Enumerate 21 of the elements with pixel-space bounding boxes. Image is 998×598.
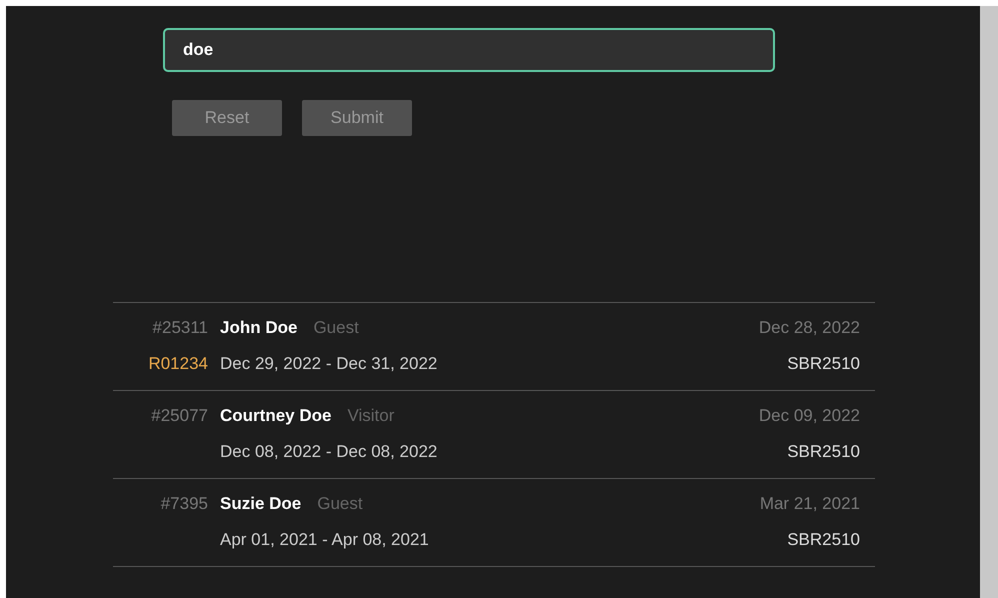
scrollbar[interactable] <box>980 6 998 598</box>
site-code: SBR2510 <box>787 442 860 462</box>
search-field[interactable]: doe <box>163 28 775 72</box>
stay-dates: Dec 08, 2022 - Dec 08, 2022 <box>220 442 438 462</box>
created-date: Dec 28, 2022 <box>758 318 860 338</box>
stay-dates: Apr 01, 2021 - Apr 08, 2021 <box>220 530 429 550</box>
guest-name[interactable]: Suzie Doe <box>220 494 302 514</box>
guest-role: Guest <box>317 494 363 514</box>
stay-dates: Dec 29, 2022 - Dec 31, 2022 <box>220 354 438 374</box>
guest-name[interactable]: Courtney Doe <box>220 406 332 426</box>
guest-number: #7395 <box>160 494 208 514</box>
guest-number: #25311 <box>152 318 208 338</box>
guest-number: #25077 <box>150 406 208 426</box>
guest-role: Guest <box>313 318 359 338</box>
site-code: SBR2510 <box>787 354 860 374</box>
created-date: Mar 21, 2021 <box>760 494 860 514</box>
created-date: Dec 09, 2022 <box>758 406 860 426</box>
guest-name[interactable]: John Doe <box>220 318 298 338</box>
site-code: SBR2510 <box>787 530 860 550</box>
reservation-code[interactable]: R01234 <box>148 354 208 374</box>
guest-role: Visitor <box>347 406 394 426</box>
